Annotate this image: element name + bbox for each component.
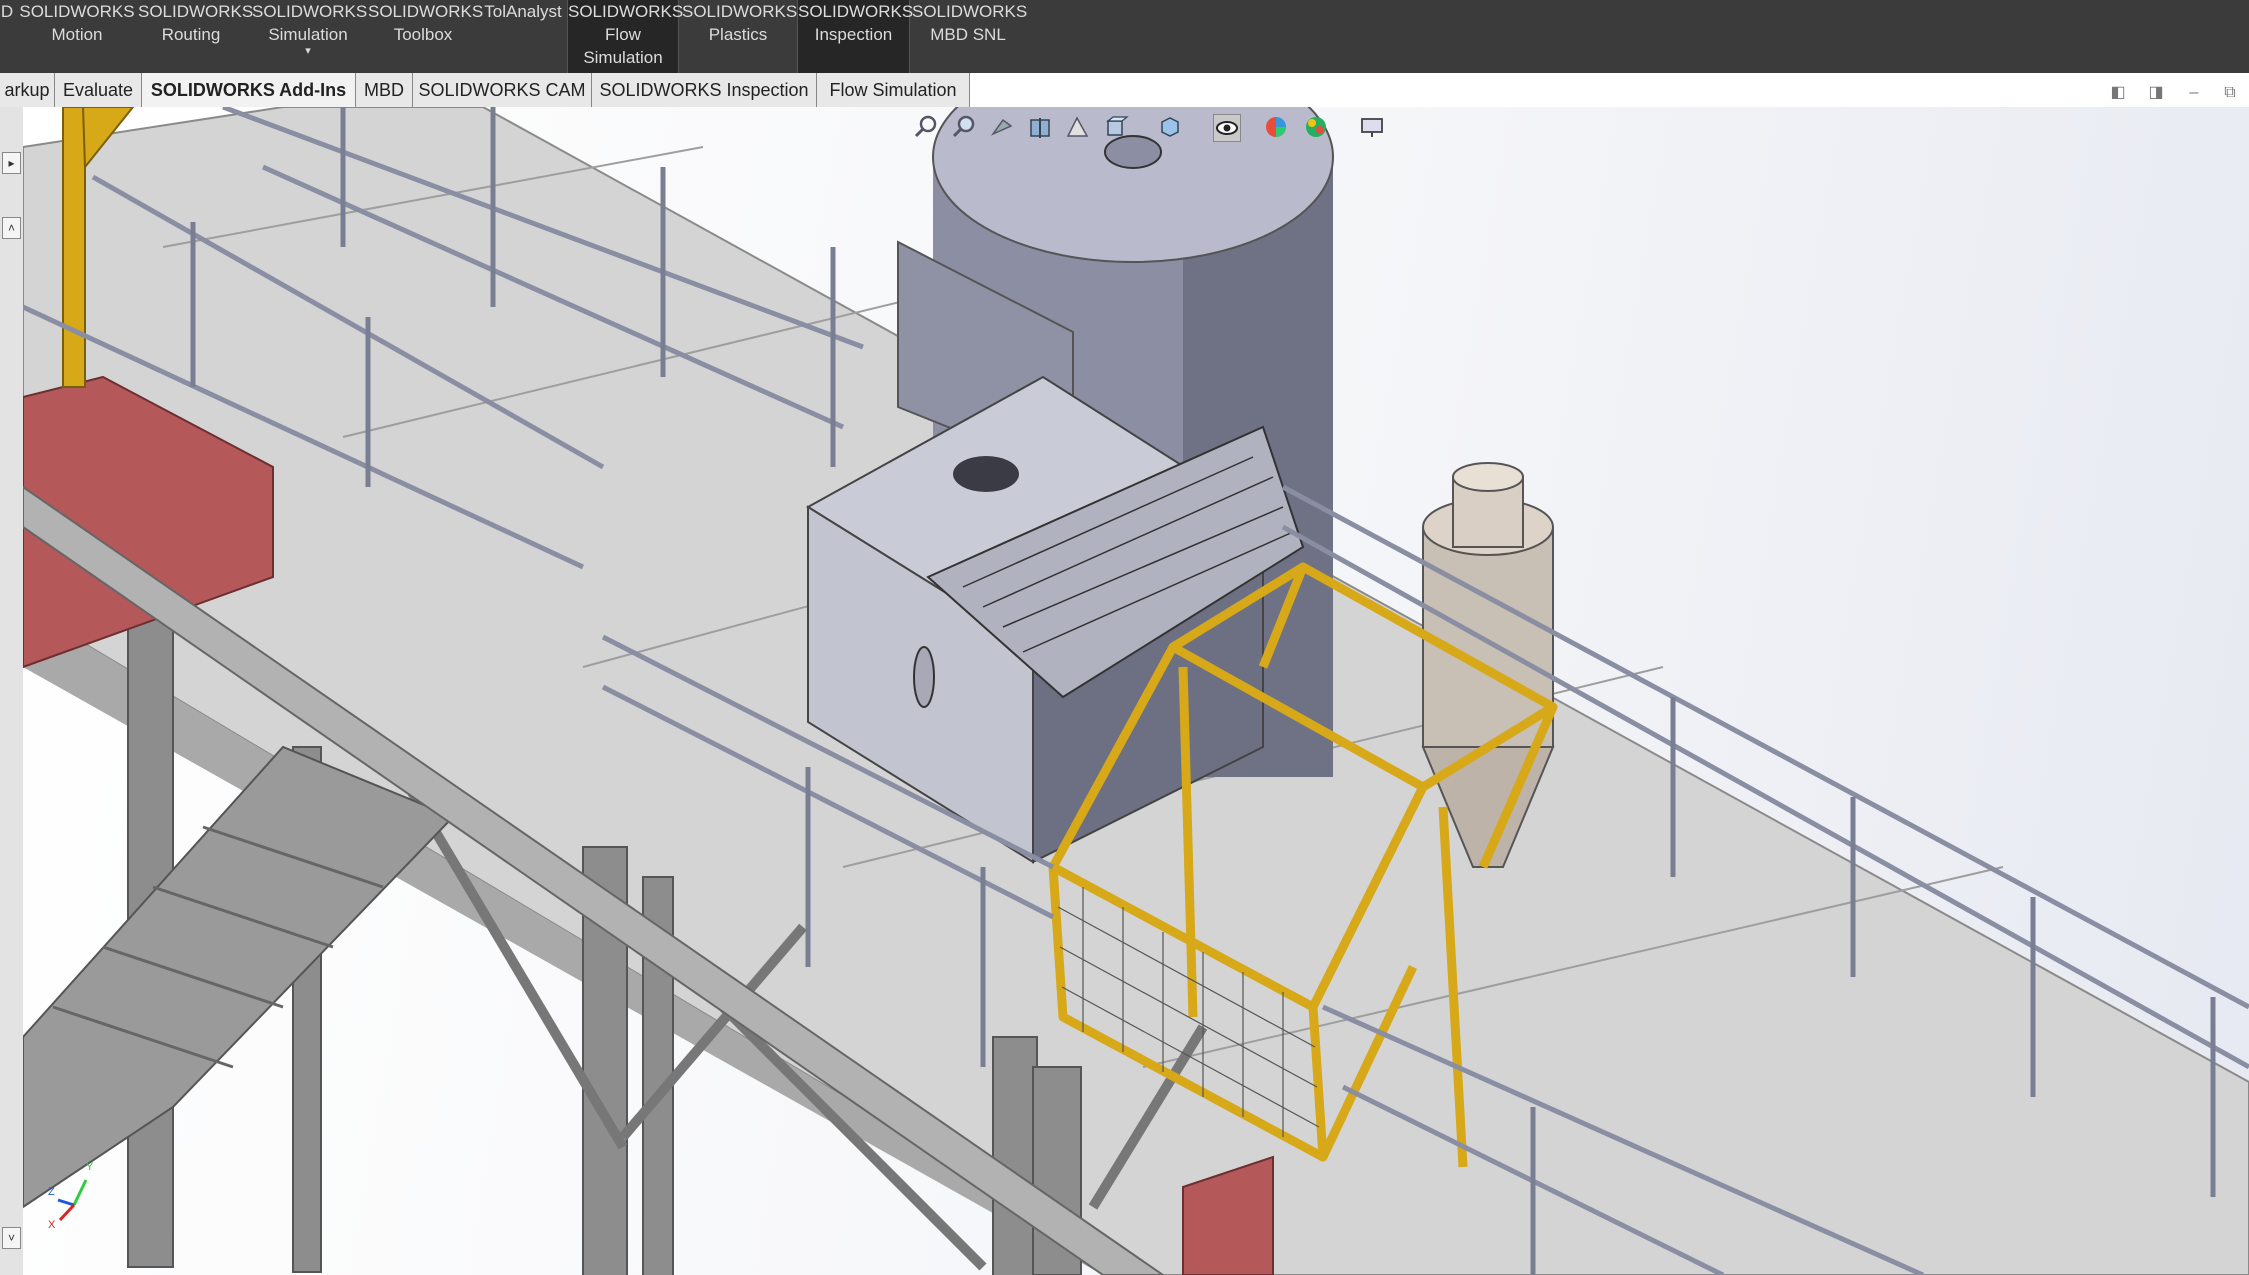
ribbon-button-label: D bbox=[0, 2, 14, 21]
tab-solidworks-cam[interactable]: SOLIDWORKS CAM bbox=[413, 73, 592, 107]
ribbon-button-label: SOLIDWORKS bbox=[682, 2, 798, 21]
ribbon-button-label: Toolbox bbox=[393, 25, 453, 44]
ribbon-button-label: Routing bbox=[161, 25, 221, 44]
ribbon-button-tolanalyst[interactable]: TolAnalyst bbox=[482, 0, 564, 73]
ribbon-button-partial[interactable]: D bbox=[0, 0, 14, 73]
ribbon-button-label: TolAnalyst bbox=[484, 2, 562, 21]
apply-scene-icon[interactable] bbox=[1303, 114, 1329, 140]
triad-x-axis bbox=[58, 1203, 76, 1222]
ribbon-button-motion[interactable]: SOLIDWORKS Motion bbox=[16, 0, 138, 73]
ribbon-button-label: Simulation bbox=[268, 25, 348, 44]
display-style-icon[interactable] bbox=[1157, 114, 1183, 140]
ribbon-button-label: Motion bbox=[51, 25, 103, 44]
scroll-down-icon[interactable]: ˅ bbox=[2, 1227, 21, 1249]
ribbon-button-label: Flow bbox=[605, 25, 641, 44]
dynamic-annotation-icon[interactable] bbox=[1065, 114, 1091, 140]
tab-mbd[interactable]: MBD bbox=[356, 73, 413, 107]
reference-triad: Y Z X bbox=[48, 1161, 94, 1230]
graphics-area[interactable] bbox=[23, 107, 2249, 1275]
scroll-up-icon[interactable]: ˄ bbox=[2, 217, 21, 239]
triad-x-label: X bbox=[48, 1219, 56, 1230]
tab-flow-simulation[interactable]: Flow Simulation bbox=[817, 73, 970, 107]
view-settings-icon[interactable] bbox=[1359, 114, 1385, 140]
triad-y-axis bbox=[72, 1179, 88, 1206]
view-orientation-icon[interactable] bbox=[1103, 114, 1129, 140]
tab-markup[interactable]: arkup bbox=[0, 73, 55, 107]
tab-solidworks-add-ins[interactable]: SOLIDWORKS Add-Ins bbox=[142, 73, 356, 107]
restore-right-icon[interactable]: ◨ bbox=[2145, 82, 2167, 104]
heads-up-view-toolbar bbox=[913, 110, 1403, 142]
ribbon-button-routing[interactable]: SOLIDWORKS Routing bbox=[138, 0, 253, 73]
stair-stringer bbox=[23, 745, 455, 1209]
ribbon-button-label: Inspection bbox=[814, 25, 893, 44]
ribbon-button-inspection[interactable]: SOLIDWORKS Inspection bbox=[797, 0, 914, 73]
ribbon-button-flow-simulation[interactable]: SOLIDWORKS Flow Simulation bbox=[567, 0, 683, 73]
ribbon-button-label: SOLIDWORKS bbox=[368, 2, 484, 21]
expand-panel-icon[interactable]: ▸ bbox=[2, 152, 21, 174]
ribbon-button-simulation[interactable]: SOLIDWORKS Simulation ▾ bbox=[252, 0, 368, 73]
ribbon-button-plastics[interactable]: SOLIDWORKS Plastics bbox=[682, 0, 798, 73]
minimize-icon[interactable]: – bbox=[2183, 82, 2205, 104]
ribbon-button-label: MBD SNL bbox=[930, 25, 1006, 44]
edit-appearance-icon[interactable] bbox=[1263, 114, 1289, 140]
ribbon-button-label: SOLIDWORKS bbox=[798, 2, 914, 21]
zoom-area-icon[interactable] bbox=[951, 114, 977, 140]
ribbon-button-mbd-snl[interactable]: SOLIDWORKS MBD SNL bbox=[912, 0, 1028, 73]
tab-evaluate[interactable]: Evaluate bbox=[55, 73, 142, 107]
triad-z-label: Z bbox=[48, 1186, 55, 1198]
triad-y-label: Y bbox=[86, 1161, 94, 1173]
zoom-to-fit-icon[interactable] bbox=[913, 114, 939, 140]
ribbon-button-label: SOLIDWORKS bbox=[19, 2, 135, 21]
ribbon-button-toolbox[interactable]: SOLIDWORKS Toolbox bbox=[368, 0, 483, 73]
ribbon-button-label: SOLIDWORKS bbox=[568, 2, 684, 21]
ribbon-button-label: Plastics bbox=[708, 25, 768, 44]
hide-show-items-icon[interactable] bbox=[1213, 114, 1241, 142]
ribbon-button-label: SOLIDWORKS bbox=[138, 2, 254, 21]
ribbon-button-label: Simulation bbox=[583, 48, 663, 67]
ribbon-button-label: SOLIDWORKS bbox=[252, 2, 368, 21]
section-view-icon[interactable] bbox=[1027, 114, 1053, 140]
feature-manager-collapsed-strip: ▸ ˄ ˅ bbox=[0, 107, 24, 1275]
tab-solidworks-inspection[interactable]: SOLIDWORKS Inspection bbox=[592, 73, 817, 107]
model-3d-view[interactable] bbox=[23, 107, 2249, 1275]
command-manager-ribbon: D SOLIDWORKS Motion SOLIDWORKS Routing S… bbox=[0, 0, 2249, 73]
command-manager-tabs: arkup Evaluate SOLIDWORKS Add-Ins MBD SO… bbox=[0, 73, 970, 107]
triad-z-axis bbox=[57, 1198, 75, 1207]
maximize-icon[interactable]: ⧉ bbox=[2219, 82, 2241, 104]
chevron-down-icon[interactable]: ▾ bbox=[252, 46, 364, 57]
restore-left-icon[interactable]: ◧ bbox=[2107, 82, 2129, 104]
previous-view-icon[interactable] bbox=[989, 114, 1015, 140]
ribbon-button-label: SOLIDWORKS bbox=[912, 2, 1028, 21]
document-window-controls: ◧ ◨ – ⧉ bbox=[2099, 82, 2249, 108]
